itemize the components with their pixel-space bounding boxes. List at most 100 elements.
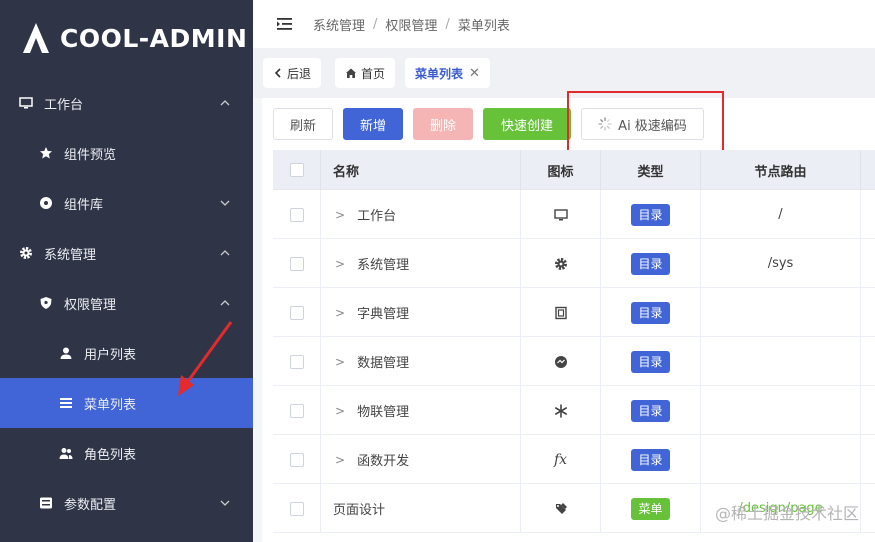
menu-icon xyxy=(58,395,74,411)
icon-cell xyxy=(521,337,601,386)
user-icon xyxy=(58,345,74,361)
expand-icon[interactable]: > xyxy=(335,453,345,467)
name-cell: > 物联管理 xyxy=(321,386,521,435)
column-header-type: 类型 xyxy=(601,150,701,190)
breadcrumb-item[interactable]: 权限管理 xyxy=(385,15,437,34)
name-cell: > 系统管理 xyxy=(321,239,521,288)
row-select-cell xyxy=(273,337,321,386)
type-cell: 目录 xyxy=(601,288,701,337)
icon-cell xyxy=(521,484,601,533)
row-select-cell xyxy=(273,190,321,239)
column-header-name: 名称 xyxy=(321,150,521,190)
expand-icon[interactable]: > xyxy=(335,306,345,320)
type-tag: 目录 xyxy=(631,399,670,422)
sidebar-item-params[interactable]: 参数配置 xyxy=(0,478,253,528)
row-select-cell xyxy=(273,288,321,337)
icon-cell xyxy=(521,288,601,337)
disc-icon xyxy=(38,195,54,211)
select-all-checkbox[interactable] xyxy=(289,163,304,177)
chevron-up-icon xyxy=(220,100,230,106)
type-cell: 目录 xyxy=(601,239,701,288)
type-cell: 目录 xyxy=(601,435,701,484)
sidebar-item-component-preview[interactable]: 组件预览 xyxy=(0,128,253,178)
type-tag: 目录 xyxy=(631,350,670,373)
table-row[interactable]: > 函数开发 fx 目录 xyxy=(273,435,875,484)
row-checkbox[interactable] xyxy=(289,501,304,516)
chevron-up-icon xyxy=(220,250,230,256)
type-tag: 目录 xyxy=(631,448,670,471)
back-tab[interactable]: 后退 xyxy=(263,58,322,88)
back-label: 后退 xyxy=(287,66,312,81)
row-checkbox[interactable] xyxy=(289,207,304,222)
select-all-cell xyxy=(273,150,321,190)
row-name: 字典管理 xyxy=(357,307,410,322)
row-select-cell xyxy=(273,435,321,484)
chevron-down-icon xyxy=(220,200,230,206)
sidebar-item-component-library[interactable]: 组件库 xyxy=(0,178,253,228)
tab-label: 菜单列表 xyxy=(415,66,464,81)
table-row[interactable]: > 工作台 目录 / xyxy=(273,190,875,239)
breadcrumb-item[interactable]: 系统管理 xyxy=(313,15,365,34)
monitor-icon xyxy=(18,95,34,111)
table-row[interactable]: > 字典管理 目录 xyxy=(273,288,875,337)
route-cell xyxy=(701,288,861,337)
type-tag: 目录 xyxy=(631,203,670,226)
expand-icon[interactable]: > xyxy=(335,257,345,271)
sidebar-item-user-list[interactable]: 用户列表 xyxy=(0,328,253,378)
icon-cell xyxy=(521,386,601,435)
breadcrumb-item: 菜单列表 xyxy=(457,18,510,34)
tab-menu-list[interactable]: 菜单列表 ✕ xyxy=(405,58,490,88)
table-row[interactable]: > 物联管理 目录 xyxy=(273,386,875,435)
type-cell: 菜单 xyxy=(601,484,701,533)
table-row[interactable]: > 系统管理 目录 /sys xyxy=(273,239,875,288)
name-cell: > 数据管理 xyxy=(321,337,521,386)
logo: COOL-ADMIN xyxy=(0,0,253,76)
chevron-down-icon xyxy=(220,500,230,506)
asterisk-icon xyxy=(554,403,567,418)
add-button[interactable]: 新增 xyxy=(343,108,403,140)
row-checkbox[interactable] xyxy=(289,403,304,418)
tab-label: 首页 xyxy=(361,66,386,81)
name-cell: > 函数开发 xyxy=(321,435,521,484)
sidebar-item-dashboard[interactable]: 工作台 xyxy=(0,78,253,128)
collapse-icon xyxy=(277,18,292,30)
sidebar-item-menu-list[interactable]: 菜单列表 xyxy=(0,378,253,428)
sidebar-item-role-list[interactable]: 角色列表 xyxy=(0,428,253,478)
refresh-button[interactable]: 刷新 xyxy=(273,108,333,140)
shield-icon xyxy=(38,295,54,311)
top-header: 系统管理 / 权限管理 / 菜单列表 xyxy=(253,0,875,48)
row-checkbox[interactable] xyxy=(289,354,304,369)
quick-create-button[interactable]: 快速创建 xyxy=(483,108,571,140)
highlight-annotation-box xyxy=(567,91,724,155)
expand-icon[interactable]: > xyxy=(335,404,345,418)
row-checkbox[interactable] xyxy=(289,256,304,271)
sidebar-item-permission[interactable]: 权限管理 xyxy=(0,278,253,328)
home-icon xyxy=(346,68,356,78)
row-checkbox[interactable] xyxy=(289,452,304,467)
collapse-menu-button[interactable] xyxy=(275,14,295,34)
route-cell: /sys xyxy=(701,239,861,288)
type-cell: 目录 xyxy=(601,337,701,386)
star-icon xyxy=(38,145,54,161)
row-select-cell xyxy=(273,239,321,288)
tabs-bar: 后退 首页 菜单列表 ✕ xyxy=(253,48,875,98)
sidebar-item-label: 系统管理 xyxy=(44,247,97,263)
sidebar: COOL-ADMIN 工作台 组件预览 组件库 系统管理 权限管理 用户列表 菜… xyxy=(0,0,253,542)
expand-icon[interactable]: > xyxy=(335,355,345,369)
gear-icon xyxy=(18,245,34,261)
delete-button[interactable]: 删除 xyxy=(413,108,473,140)
sidebar-item-label: 工作台 xyxy=(44,97,84,113)
expand-icon[interactable]: > xyxy=(335,208,345,222)
close-icon[interactable]: ✕ xyxy=(469,66,480,81)
row-name: 物联管理 xyxy=(357,405,410,420)
menu-table: 名称 图标 类型 节点路由 > 工作台 目录 / > 系统管理 目录 /sys > 字… xyxy=(273,150,875,542)
table-row[interactable]: > 数据管理 目录 xyxy=(273,337,875,386)
route-cell xyxy=(701,435,861,484)
sidebar-item-system[interactable]: 系统管理 xyxy=(0,228,253,278)
chat-icon xyxy=(554,355,567,368)
tab-home[interactable]: 首页 xyxy=(335,58,396,88)
row-select-cell xyxy=(273,386,321,435)
row-name: 系统管理 xyxy=(357,258,410,273)
row-checkbox[interactable] xyxy=(289,305,304,320)
chevron-left-icon xyxy=(274,68,281,78)
